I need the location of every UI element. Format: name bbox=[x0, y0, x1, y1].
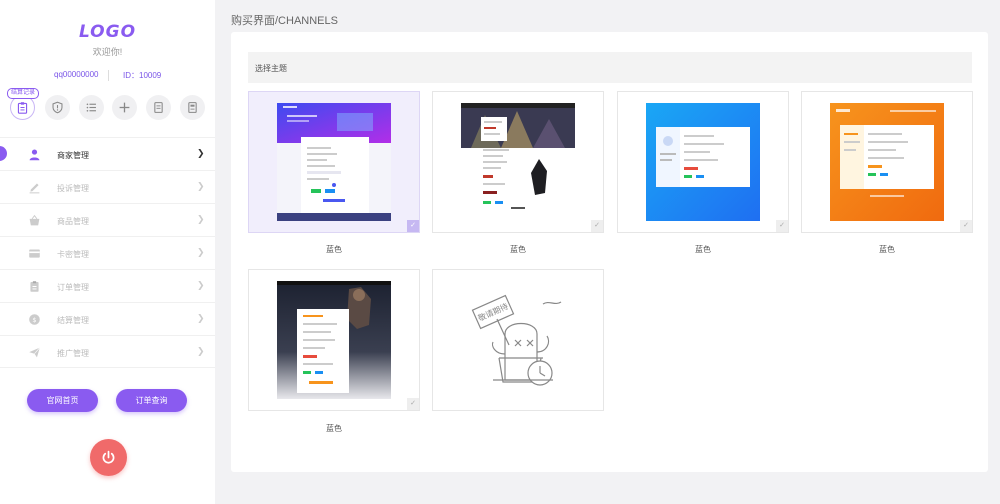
chevron-right-icon: ❯ bbox=[197, 214, 205, 224]
user-qq: qq00000000 bbox=[54, 70, 99, 79]
logo: LOGO bbox=[78, 22, 137, 42]
sidebar-item-cards[interactable]: 卡密管理 ❯ bbox=[0, 236, 215, 269]
document-icon[interactable] bbox=[146, 95, 171, 120]
active-indicator bbox=[0, 146, 7, 161]
official-home-button[interactable]: 官网首页 bbox=[27, 389, 98, 412]
clipboard-icon bbox=[30, 281, 39, 292]
sidebar-item-label: 卡密管理 bbox=[57, 250, 89, 259]
coin-icon: $ bbox=[29, 314, 40, 325]
person-icon bbox=[29, 149, 40, 161]
theme-caption: 蓝色 bbox=[510, 245, 526, 254]
sidebar-item-complaints[interactable]: 投诉管理 ❯ bbox=[0, 170, 215, 203]
theme-thumbnail bbox=[277, 103, 391, 221]
theme-card[interactable]: ✓ bbox=[617, 91, 789, 233]
theme-thumbnail bbox=[461, 103, 575, 221]
check-icon: ✓ bbox=[591, 220, 603, 232]
theme-thumbnail bbox=[830, 103, 944, 221]
power-button[interactable] bbox=[90, 439, 127, 476]
section-header: 选择主题 bbox=[248, 52, 972, 83]
theme-caption: 蓝色 bbox=[326, 245, 342, 254]
sidebar-item-promotion[interactable]: 推广管理 ❯ bbox=[0, 335, 215, 368]
check-icon: ✓ bbox=[960, 220, 972, 232]
theme-card[interactable]: ✓ bbox=[248, 269, 420, 411]
theme-card[interactable]: ✓ bbox=[248, 91, 420, 233]
order-query-button[interactable]: 订单查询 bbox=[116, 389, 187, 412]
basket-icon bbox=[29, 214, 40, 226]
theme-caption: 蓝色 bbox=[695, 245, 711, 254]
sidebar-menu: 商家管理 ❯ 投诉管理 ❯ 商品管理 ❯ 卡密管理 ❯ 订单管理 ❯ $ 结算管… bbox=[0, 137, 215, 368]
sidebar-item-products[interactable]: 商品管理 ❯ bbox=[0, 203, 215, 236]
card-icon bbox=[29, 249, 40, 258]
shield-icon[interactable] bbox=[45, 95, 70, 120]
check-icon: ✓ bbox=[407, 220, 419, 232]
quick-badge: 结算记录 bbox=[7, 88, 40, 99]
welcome-text: 欢迎你! bbox=[92, 47, 123, 57]
sidebar-item-label: 结算管理 bbox=[57, 316, 89, 325]
list-icon[interactable] bbox=[79, 95, 104, 120]
sidebar-item-label: 商品管理 bbox=[57, 217, 89, 226]
theme-card[interactable]: ✓ bbox=[432, 91, 604, 233]
user-info: qq00000000 ID：10009 bbox=[0, 70, 215, 82]
sidebar: LOGO 欢迎你! qq00000000 ID：10009 结算记录 商家管理 bbox=[0, 0, 215, 504]
sidebar-item-orders[interactable]: 订单管理 ❯ bbox=[0, 269, 215, 302]
power-icon bbox=[102, 450, 115, 464]
theme-thumbnail bbox=[646, 103, 760, 221]
sidebar-item-label: 投诉管理 bbox=[57, 184, 89, 193]
coming-soon-text: 敬请期待 bbox=[476, 301, 509, 323]
theme-card[interactable]: ✓ bbox=[801, 91, 973, 233]
chevron-right-icon: ❯ bbox=[197, 346, 205, 356]
chevron-right-icon: ❯ bbox=[197, 148, 205, 158]
chevron-right-icon: ❯ bbox=[197, 280, 205, 290]
sidebar-item-merchant[interactable]: 商家管理 ❯ bbox=[0, 137, 215, 170]
check-icon: ✓ bbox=[407, 398, 419, 410]
user-divider bbox=[108, 70, 109, 81]
section-title: 选择主题 bbox=[255, 64, 287, 73]
coming-soon-card: 敬请期待 bbox=[432, 269, 604, 411]
check-icon: ✓ bbox=[776, 220, 788, 232]
sidebar-item-label: 订单管理 bbox=[57, 283, 89, 292]
pencil-icon bbox=[29, 183, 40, 194]
chevron-right-icon: ❯ bbox=[197, 313, 205, 323]
sidebar-item-label: 推广管理 bbox=[57, 349, 89, 358]
theme-caption: 蓝色 bbox=[326, 424, 342, 433]
coming-soon-illustration: 敬请期待 bbox=[471, 294, 562, 386]
theme-thumbnail bbox=[277, 281, 391, 399]
plus-icon[interactable] bbox=[112, 95, 137, 120]
theme-caption: 蓝色 bbox=[879, 245, 895, 254]
receipt-icon[interactable] bbox=[180, 95, 205, 120]
paper-plane-icon bbox=[29, 347, 41, 358]
sidebar-item-settlement[interactable]: $ 结算管理 ❯ bbox=[0, 302, 215, 335]
user-id: ID：10009 bbox=[123, 71, 162, 80]
breadcrumb: 购买界面/CHANNELS bbox=[231, 15, 338, 27]
chevron-right-icon: ❯ bbox=[197, 181, 205, 191]
chevron-right-icon: ❯ bbox=[197, 247, 205, 257]
svg-text:$: $ bbox=[32, 316, 36, 324]
sidebar-item-label: 商家管理 bbox=[57, 151, 89, 160]
